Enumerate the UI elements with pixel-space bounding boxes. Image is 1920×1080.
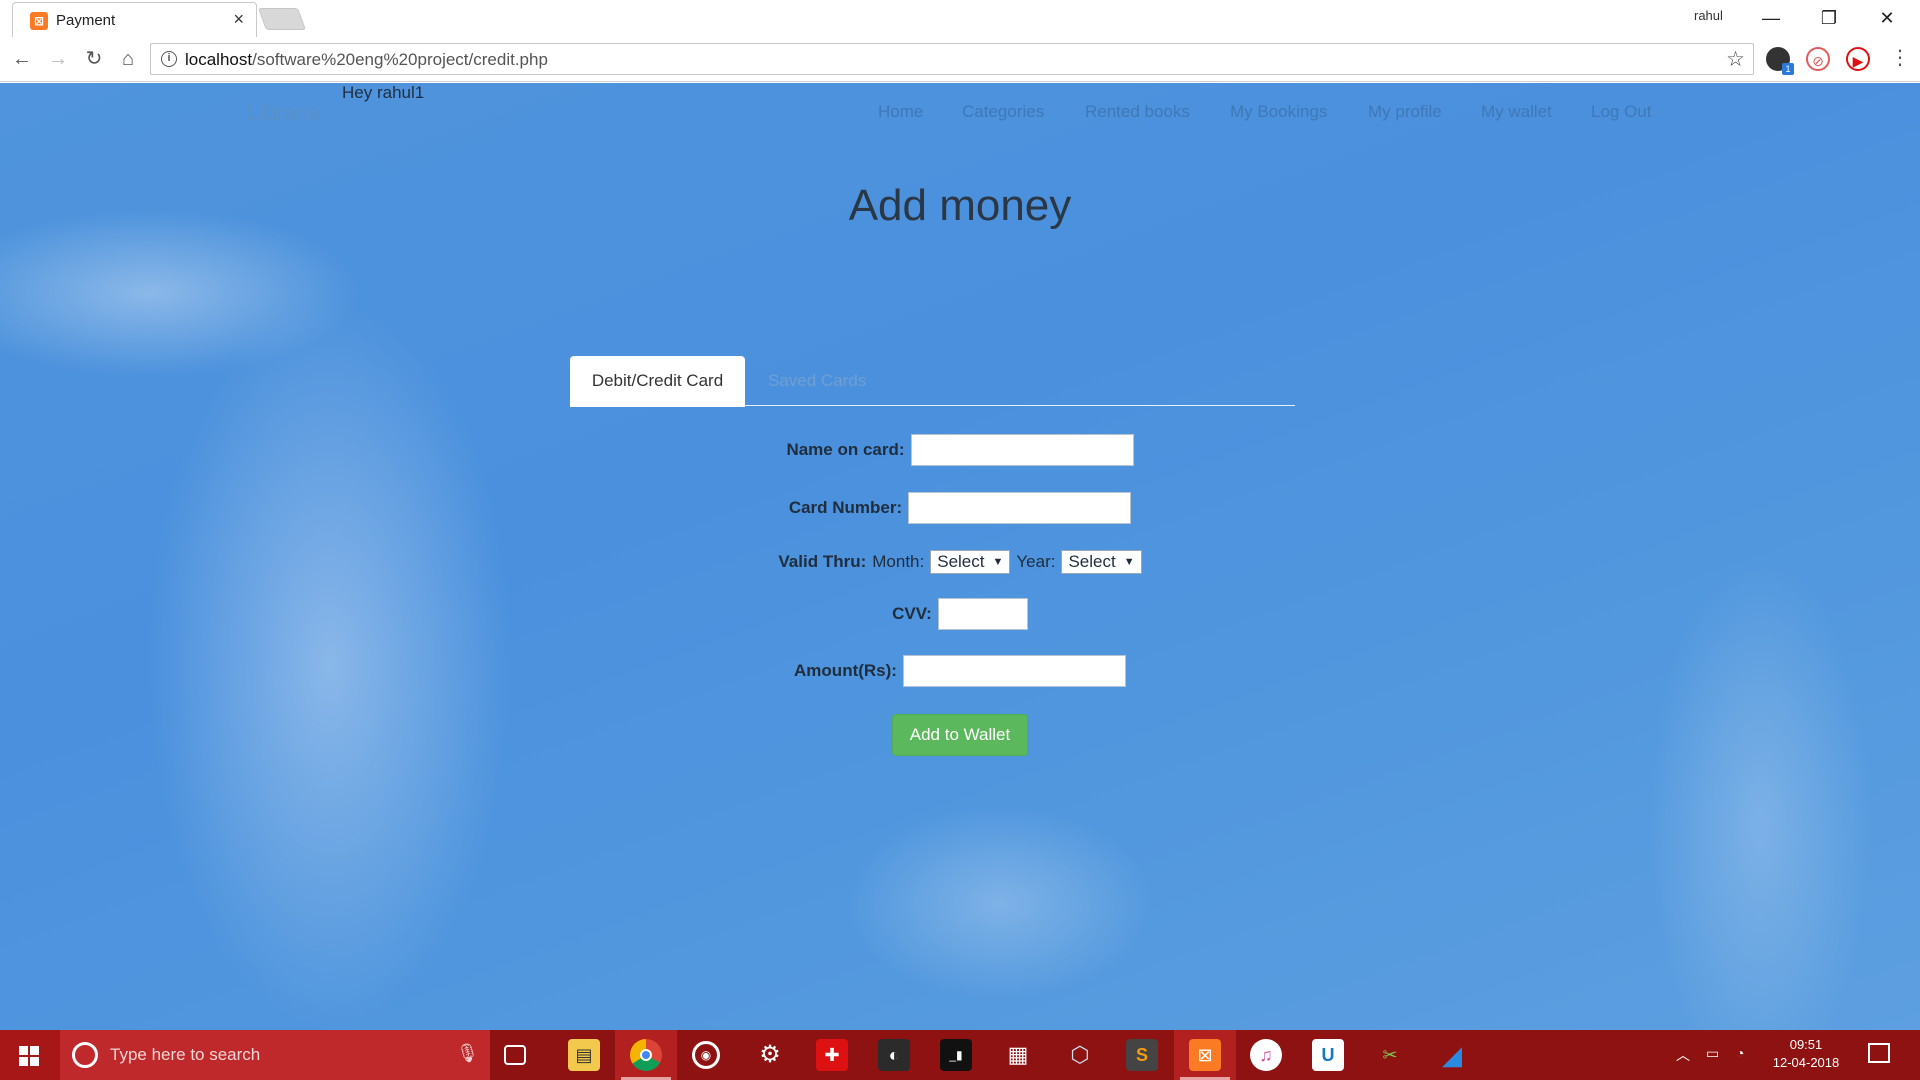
nav-rented-books[interactable]: Rented books (1085, 102, 1190, 122)
month-label: Month: (872, 552, 925, 571)
url-text[interactable]: localhost/software%20eng%20project/credi… (185, 50, 548, 70)
clock-time: 09:51 (1789, 1037, 1823, 1052)
url-path: /software%20eng%20project/credit.php (252, 50, 548, 69)
tray-chevron-up-icon[interactable]: ︿ (1676, 1045, 1690, 1065)
forward-icon[interactable]: → (44, 45, 72, 73)
card-number-row: Card Number: (0, 492, 1920, 524)
name-on-card-label: Name on card: (786, 440, 905, 459)
restore-button[interactable]: ❐ (1806, 4, 1852, 32)
greeting-text: Hey rahul1 (342, 83, 425, 102)
tab-saved-cards[interactable]: Saved Cards (768, 356, 866, 406)
close-window-button[interactable]: ✕ (1864, 4, 1910, 32)
system-clock[interactable]: 09:51 12-04-2018 (1764, 1036, 1848, 1072)
terminal-icon[interactable]: _▮ (940, 1039, 972, 1071)
xampp-favicon-icon: ⊠ (30, 12, 48, 30)
itunes-icon[interactable]: ♫ (1250, 1039, 1282, 1071)
extension-block-icon[interactable]: ⊘ (1806, 47, 1830, 71)
steam-icon[interactable]: ◐ (878, 1039, 910, 1071)
new-tab-button[interactable] (257, 8, 307, 30)
reload-icon[interactable]: ↻ (80, 45, 108, 73)
site-info-icon[interactable]: i (161, 51, 177, 67)
browser-menu-icon[interactable]: ⋮ (1890, 45, 1910, 70)
chevron-down-icon: ▼ (1123, 556, 1135, 568)
year-select[interactable]: Select ▼ (1061, 550, 1142, 574)
year-select-value: Select (1068, 552, 1116, 571)
taskbar-search-box[interactable]: Type here to search 🎙 (60, 1030, 490, 1080)
year-label: Year: (1016, 552, 1056, 571)
amount-label: Amount(Rs): (794, 661, 897, 680)
card-number-label: Card Number: (788, 498, 903, 517)
back-icon[interactable]: ← (8, 45, 36, 73)
start-button[interactable] (0, 1030, 60, 1080)
amount-row: Amount(Rs): (0, 655, 1920, 687)
task-view-icon[interactable] (504, 1045, 526, 1065)
extension-badge: 1 (1782, 63, 1794, 75)
file-explorer-icon[interactable]: ▤ (568, 1039, 600, 1071)
profile-name[interactable]: rahul (1694, 8, 1723, 23)
security-icon[interactable]: ✚ (816, 1039, 848, 1071)
battery-icon[interactable]: ▭ (1706, 1045, 1719, 1062)
extension-play-icon[interactable]: ▶ (1846, 47, 1870, 71)
name-on-card-input[interactable] (910, 434, 1134, 466)
tab-close-icon[interactable]: × (233, 9, 244, 30)
browser-toolbar: ← → ↻ ⌂ i localhost/software%20eng%20pro… (0, 37, 1920, 82)
nav-home[interactable]: Home (878, 102, 923, 122)
amount-input[interactable] (902, 655, 1126, 687)
address-bar[interactable]: i localhost/software%20eng%20project/cre… (150, 43, 1754, 75)
tool-icon[interactable]: ✂ (1374, 1039, 1406, 1071)
calculator-icon[interactable]: ▦ (1002, 1039, 1034, 1071)
browser-tab-payment[interactable]: ⊠ Payment × (12, 2, 257, 37)
nav-my-wallet[interactable]: My wallet (1481, 102, 1552, 122)
microphone-icon[interactable]: 🎙 (456, 1043, 479, 1064)
chevron-down-icon: ▼ (992, 556, 1004, 568)
clock-date: 12-04-2018 (1772, 1055, 1840, 1070)
payment-tabs: Debit/Credit Card Saved Cards (570, 356, 1295, 407)
tab-title: Payment (56, 12, 116, 29)
nav-log-out[interactable]: Log Out (1591, 102, 1652, 122)
month-select-value: Select (937, 552, 985, 571)
unikey-icon[interactable]: U (1312, 1039, 1344, 1071)
cvv-label: CVV: (892, 604, 932, 623)
valid-thru-row: Valid Thru: Month: Select ▼ Year: Select… (0, 550, 1920, 574)
taskbar-search-placeholder: Type here to search (110, 1045, 261, 1064)
shark-icon[interactable]: ◢ (1436, 1039, 1468, 1071)
valid-thru-label: Valid Thru: (778, 552, 867, 571)
browser-tab-strip: ⊠ Payment × rahul — ❐ ✕ (0, 0, 1920, 37)
virtualbox-icon[interactable]: ⬡ (1064, 1039, 1096, 1071)
cvv-input[interactable] (937, 598, 1028, 630)
sublime-icon[interactable]: S (1126, 1039, 1158, 1071)
month-select[interactable]: Select ▼ (930, 550, 1011, 574)
xampp-icon[interactable]: ⊠ (1189, 1039, 1221, 1071)
card-number-input[interactable] (908, 492, 1132, 524)
home-icon[interactable]: ⌂ (114, 45, 142, 73)
bookmark-star-icon[interactable]: ☆ (1726, 47, 1745, 72)
cvv-row: CVV: (0, 598, 1920, 630)
minimize-button[interactable]: — (1748, 4, 1794, 32)
name-on-card-row: Name on card: (0, 434, 1920, 466)
windows-logo-icon (19, 1046, 39, 1066)
page-title: Add money (848, 181, 1072, 230)
nav-my-bookings[interactable]: My Bookings (1230, 102, 1327, 122)
groove-icon[interactable]: ◉ (692, 1041, 720, 1069)
cortana-icon (72, 1042, 98, 1068)
nav-categories[interactable]: Categories (962, 102, 1044, 122)
url-host: localhost (185, 50, 253, 69)
windows-taskbar: Type here to search 🎙 ▤ ◉ ⚙ ✚ ◐ _▮ ▦ ⬡ S… (0, 1030, 1920, 1080)
add-to-wallet-button[interactable]: Add to Wallet (892, 714, 1028, 756)
site-brand[interactable]: Libraria (247, 100, 320, 126)
settings-icon[interactable]: ⚙ (754, 1039, 786, 1071)
chrome-icon[interactable] (630, 1039, 662, 1071)
wifi-icon[interactable]: ◔ (1736, 1045, 1744, 1061)
tab-debit-credit-card[interactable]: Debit/Credit Card (570, 356, 745, 407)
nav-my-profile[interactable]: My profile (1368, 102, 1442, 122)
extension-hat-icon[interactable]: 1 (1766, 47, 1794, 75)
page-content: Libraria Hey rahul1 Home Categories Rent… (0, 83, 1920, 1030)
action-center-icon[interactable] (1868, 1043, 1890, 1063)
